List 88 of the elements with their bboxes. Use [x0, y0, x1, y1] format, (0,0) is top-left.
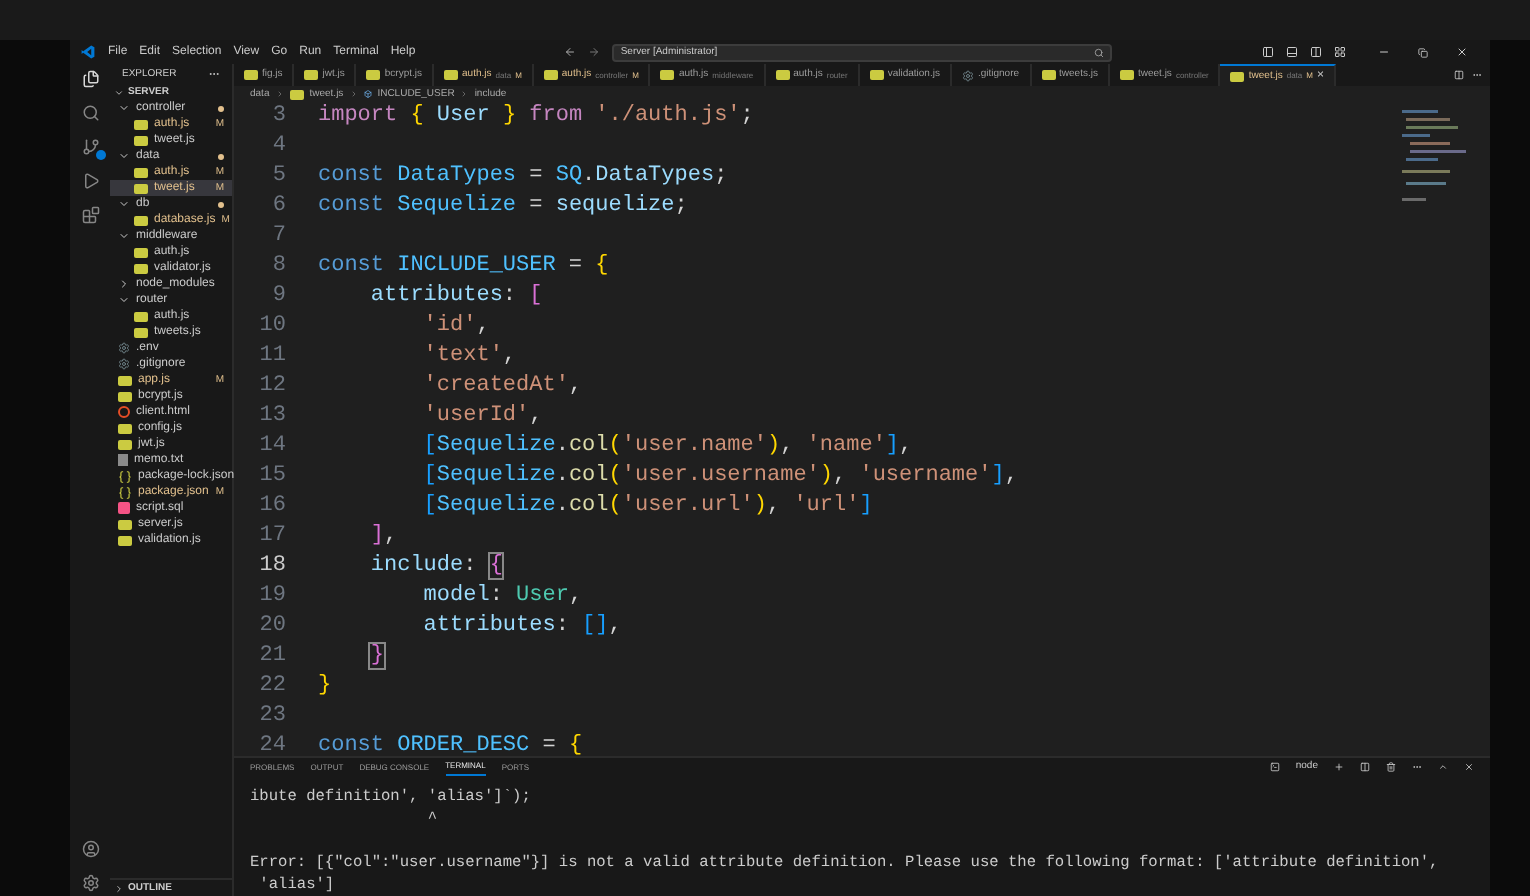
chevron-down-icon — [118, 150, 130, 162]
terminal-icon — [1269, 762, 1280, 772]
code-line: 'createdAt', — [421, 372, 583, 402]
line-number: 24 — [257, 732, 288, 756]
html-file-icon — [118, 406, 130, 418]
panel-left-icon[interactable] — [1262, 46, 1275, 58]
chevron-right-icon — [118, 278, 130, 290]
code-line: 'text', — [421, 342, 517, 372]
line-number: 5 — [270, 162, 288, 192]
js-file-icon — [444, 70, 459, 80]
js-file-icon — [869, 70, 884, 80]
line-number: 4 — [270, 132, 288, 162]
code-line: const DataTypes = SQ.DataTypes; — [316, 162, 728, 192]
code-line: attributes: [ — [368, 282, 543, 312]
maximize-icon[interactable] — [1438, 762, 1448, 772]
minimize-icon[interactable] — [1378, 46, 1391, 58]
code-line: const Sequelize = sequelize; — [316, 192, 688, 222]
code-line: model: User, — [421, 582, 583, 612]
code-line: [Sequelize.col('user.url'), 'url'] — [421, 492, 873, 522]
files-icon[interactable] — [81, 70, 99, 88]
gear-icon — [961, 69, 974, 81]
line-number: 12 — [257, 372, 288, 402]
line-number: 11 — [257, 342, 288, 372]
js-file-icon — [366, 70, 381, 80]
text-file-icon — [118, 454, 128, 466]
js-file-icon — [134, 215, 148, 225]
line-number: 15 — [257, 462, 288, 492]
chevron-down-icon — [118, 294, 130, 306]
account-icon[interactable] — [81, 840, 99, 858]
line-number: 23 — [257, 702, 288, 732]
restore-icon[interactable] — [1418, 47, 1429, 57]
chevron-down-icon — [118, 198, 130, 210]
code-line: } — [316, 672, 332, 702]
code-line: attributes: [], — [421, 612, 622, 642]
code-line: const ORDER_DESC = { — [316, 732, 583, 756]
js-file-icon — [775, 70, 790, 80]
split-icon[interactable] — [1360, 762, 1370, 772]
line-number: 18 — [257, 552, 288, 582]
js-file-icon — [1041, 70, 1056, 80]
code-line: 'userId', — [421, 402, 543, 432]
back-arrow-icon[interactable] — [564, 46, 577, 58]
js-file-icon — [244, 70, 258, 80]
js-file-icon — [1230, 71, 1245, 81]
gear-icon — [118, 342, 130, 354]
trash-icon[interactable] — [1386, 762, 1396, 772]
line-number: 14 — [257, 432, 288, 462]
chevron-down-icon — [118, 230, 130, 242]
chevron-right-icon — [114, 883, 124, 893]
add-icon[interactable] — [1334, 762, 1344, 772]
code-line: ], — [368, 522, 398, 552]
symbol-icon — [363, 90, 372, 98]
code-line: } — [368, 642, 385, 672]
code-line: const INCLUDE_USER = { — [316, 252, 609, 282]
js-file-icon — [543, 70, 558, 80]
gear-icon — [118, 358, 130, 370]
panel-bottom-icon[interactable] — [1286, 46, 1299, 58]
code-line: import { User } from './auth.js'; — [316, 102, 754, 132]
columns-icon[interactable] — [1310, 46, 1323, 58]
line-number: 9 — [270, 282, 288, 312]
close-icon[interactable] — [1456, 46, 1469, 58]
line-number: 17 — [257, 522, 288, 552]
line-number: 13 — [257, 402, 288, 432]
code-line: include: { — [368, 552, 503, 582]
js-file-icon — [660, 70, 675, 80]
settings-icon[interactable] — [81, 874, 99, 892]
line-number: 8 — [270, 252, 288, 282]
line-number: 10 — [257, 312, 288, 342]
layout-icon[interactable] — [1334, 46, 1347, 58]
code-line: [Sequelize.col('user.name'), 'name'], — [421, 432, 913, 462]
search-icon — [1094, 47, 1105, 57]
js-file-icon — [1119, 70, 1134, 80]
split-editor-icon[interactable] — [1454, 70, 1464, 80]
code-line: 'id', — [421, 312, 490, 342]
extensions-icon[interactable] — [81, 206, 99, 224]
source-control-icon[interactable] — [81, 138, 99, 156]
line-number: 6 — [270, 192, 288, 222]
line-number: 3 — [270, 102, 288, 132]
line-number: 22 — [257, 672, 288, 702]
search-icon[interactable] — [81, 104, 99, 122]
line-number: 20 — [257, 612, 288, 642]
code-line: [Sequelize.col('user.username'), 'username'], — [421, 462, 1018, 492]
database-file-icon — [118, 502, 130, 514]
line-number: 19 — [257, 582, 288, 612]
line-number: 21 — [257, 642, 288, 672]
line-number: 16 — [257, 492, 288, 522]
line-number: 7 — [270, 222, 288, 252]
run-debug-icon[interactable] — [81, 172, 99, 190]
app-logo-icon — [80, 44, 96, 60]
